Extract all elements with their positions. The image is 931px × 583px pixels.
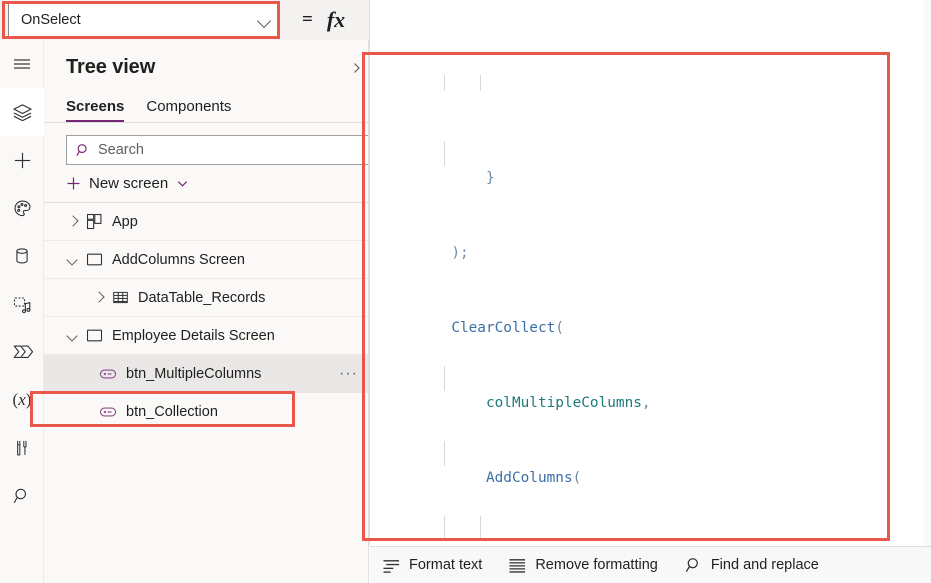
media-icon[interactable] [0, 280, 44, 328]
tree-item-btn-multiplecolumns[interactable]: btn_MultipleColumns ··· [44, 355, 368, 393]
format-text-icon [383, 559, 400, 573]
code-line: } [382, 141, 703, 186]
button-control-icon [99, 365, 117, 383]
left-icon-rail: (x) [0, 40, 44, 583]
chevron-down-icon[interactable] [66, 329, 80, 343]
search-icon [685, 558, 698, 572]
equals-label: = [302, 9, 313, 30]
datatable-icon [112, 289, 129, 306]
tree-item-btn-collection[interactable]: btn_Collection [44, 393, 368, 431]
tree-item-label: btn_Collection [126, 404, 218, 420]
tools-icon[interactable] [0, 424, 44, 472]
formula-code: UnitPrice: 25 } ); ClearCollect( colMult… [370, 0, 703, 546]
tree-view-panel: Tree view Screens Components Search New … [44, 40, 369, 583]
new-screen-label: New screen [89, 175, 169, 192]
property-selector[interactable]: OnSelect [8, 3, 280, 37]
hamburger-menu-icon[interactable] [0, 40, 44, 88]
code-line: UnitPrice: 25 [382, 75, 703, 91]
editor-toolbar: Format text Remove formatting Find and r… [370, 546, 931, 583]
powerapps-studio: OnSelect = fx (x) Tree view Screens Comp… [0, 0, 931, 583]
plus-insert-icon[interactable] [0, 136, 44, 184]
tree-item-label: DataTable_Records [138, 289, 266, 306]
remove-formatting-label: Remove formatting [535, 557, 658, 573]
editor-scrollbar[interactable] [924, 0, 931, 546]
search-icon[interactable] [0, 472, 44, 520]
tree-item-label: AddColumns Screen [112, 251, 245, 268]
variables-x-icon[interactable]: (x) [0, 376, 44, 424]
tree-item-label: Employee Details Screen [112, 327, 275, 344]
code-line: AddColumns( [382, 441, 703, 486]
code-line: colOrders, [382, 516, 703, 546]
remove-formatting-icon [509, 558, 526, 573]
power-automate-icon[interactable] [0, 328, 44, 376]
app-grid-icon [86, 213, 103, 230]
new-screen-button[interactable]: New screen [44, 165, 368, 203]
tree-item-app[interactable]: App [44, 203, 368, 241]
remove-formatting-button[interactable]: Remove formatting [508, 557, 658, 574]
find-and-replace-button[interactable]: Find and replace [684, 556, 819, 574]
page-title: Tree view [66, 56, 156, 78]
tree-item-employee-details-screen[interactable]: Employee Details Screen [44, 317, 368, 355]
search-placeholder: Search [98, 142, 144, 158]
chevron-down-icon[interactable] [66, 253, 80, 267]
search-row: Search [44, 123, 368, 165]
code-line: ); [451, 245, 469, 261]
chevron-right-icon[interactable] [66, 215, 80, 229]
screen-icon [86, 251, 103, 268]
chevron-right-icon[interactable] [92, 291, 106, 305]
search-input[interactable]: Search [66, 135, 368, 165]
format-text-button[interactable]: Format text [382, 557, 482, 574]
chevron-down-icon [178, 181, 188, 187]
tree-item-datatable-records[interactable]: DataTable_Records [44, 279, 368, 317]
chevron-right-icon[interactable] [351, 62, 365, 76]
chevron-down-icon [258, 14, 271, 27]
layers-tree-view-icon[interactable] [0, 88, 44, 136]
tab-screens[interactable]: Screens [66, 98, 125, 122]
screen-icon [86, 327, 103, 344]
formula-code-editor[interactable]: UnitPrice: 25 } ); ClearCollect( colMult… [370, 0, 931, 546]
property-selector-value: OnSelect [21, 12, 81, 28]
search-icon [76, 144, 87, 156]
tab-components[interactable]: Components [146, 98, 231, 122]
tree-item-label: App [112, 213, 138, 230]
code-line: ClearCollect( [451, 320, 564, 336]
palette-theme-icon[interactable] [0, 184, 44, 232]
property-selector-wrapper: OnSelect [8, 3, 280, 37]
tree-view-tabs: Screens Components [44, 89, 368, 123]
format-text-label: Format text [409, 557, 483, 573]
tree-item-addcolumns-screen[interactable]: AddColumns Screen [44, 241, 368, 279]
code-line: colMultipleColumns, [382, 366, 703, 411]
button-control-icon [99, 403, 117, 421]
database-data-icon[interactable] [0, 232, 44, 280]
plus-icon [67, 177, 80, 190]
fx-icon: fx [326, 7, 346, 32]
tree-item-label: btn_MultipleColumns [126, 366, 262, 382]
find-and-replace-label: Find and replace [710, 557, 819, 573]
more-options-icon[interactable]: ··· [339, 366, 358, 382]
